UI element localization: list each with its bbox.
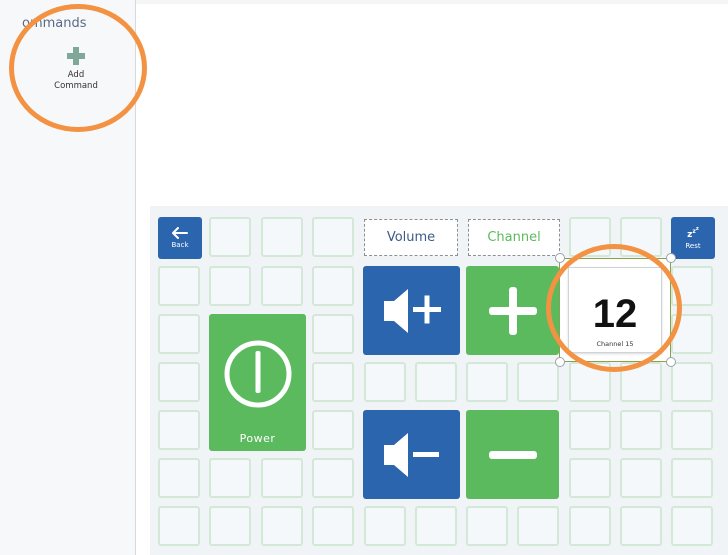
channel-label-text: Channel	[487, 230, 541, 245]
empty-grid-cell[interactable]	[312, 217, 354, 257]
empty-grid-cell[interactable]	[209, 506, 251, 546]
minus-icon	[488, 450, 537, 459]
empty-grid-cell[interactable]	[569, 217, 611, 257]
rest-label: Rest	[685, 242, 701, 250]
empty-grid-cell[interactable]	[415, 362, 457, 402]
commands-sidebar: ommands Add Command	[0, 0, 136, 555]
empty-grid-cell[interactable]	[261, 266, 303, 306]
add-command-label-line2: Command	[54, 81, 98, 91]
empty-grid-cell[interactable]	[158, 506, 200, 546]
rest-button[interactable]: zzz Rest	[671, 217, 715, 259]
empty-grid-cell[interactable]	[466, 506, 508, 546]
speaker-minus-icon	[383, 432, 439, 477]
volume-down-button[interactable]	[363, 410, 460, 499]
resize-handle-bottom-right[interactable]	[666, 357, 676, 367]
empty-grid-cell[interactable]	[261, 506, 303, 546]
empty-grid-cell[interactable]	[261, 458, 303, 498]
empty-grid-cell[interactable]	[671, 266, 713, 306]
empty-grid-cell[interactable]	[671, 458, 713, 498]
channel-label: Channel	[468, 219, 560, 256]
channel-down-button[interactable]	[466, 410, 559, 499]
arrow-left-icon	[172, 227, 188, 239]
empty-grid-cell[interactable]	[364, 362, 406, 402]
empty-grid-cell[interactable]	[671, 410, 713, 450]
empty-grid-cell[interactable]	[364, 506, 406, 546]
speaker-plus-icon	[383, 288, 441, 333]
empty-grid-cell[interactable]	[209, 217, 251, 257]
empty-grid-cell[interactable]	[569, 410, 611, 450]
empty-grid-cell[interactable]	[620, 410, 662, 450]
empty-grid-cell[interactable]	[620, 217, 662, 257]
empty-grid-cell[interactable]	[569, 362, 611, 402]
empty-grid-cell[interactable]	[415, 506, 457, 546]
empty-grid-cell[interactable]	[209, 266, 251, 306]
empty-grid-cell[interactable]	[261, 217, 303, 257]
volume-label: Volume	[364, 219, 458, 256]
power-label: Power	[239, 432, 276, 445]
channel-tile-inner: 12 Channel 15	[568, 267, 662, 353]
back-button[interactable]: Back	[158, 217, 202, 259]
resize-handle-top-right[interactable]	[666, 253, 676, 263]
empty-grid-cell[interactable]	[569, 458, 611, 498]
empty-grid-cell[interactable]	[158, 314, 200, 354]
empty-grid-cell[interactable]	[158, 266, 200, 306]
empty-grid-cell[interactable]	[312, 410, 354, 450]
empty-grid-cell[interactable]	[466, 362, 508, 402]
empty-grid-cell[interactable]	[569, 506, 611, 546]
channel-up-button[interactable]	[466, 266, 559, 355]
channel-caption: Channel 15	[596, 340, 634, 348]
empty-grid-cell[interactable]	[312, 362, 354, 402]
resize-handle-top-left[interactable]	[555, 253, 565, 263]
empty-grid-cell[interactable]	[671, 314, 713, 354]
plus-icon	[488, 286, 537, 335]
channel-number: 12	[592, 292, 638, 336]
sidebar-title: ommands	[22, 16, 87, 31]
channel-12-tile[interactable]: 12 Channel 15	[559, 258, 671, 362]
back-label: Back	[171, 241, 189, 249]
empty-grid-cell[interactable]	[620, 458, 662, 498]
top-rule	[136, 0, 728, 4]
power-icon	[224, 340, 291, 407]
empty-grid-cell[interactable]	[209, 458, 251, 498]
empty-grid-cell[interactable]	[620, 506, 662, 546]
empty-grid-cell[interactable]	[158, 362, 200, 402]
empty-grid-cell[interactable]	[312, 506, 354, 546]
add-command-button[interactable]: Add Command	[48, 46, 104, 92]
volume-up-button[interactable]	[363, 266, 460, 355]
add-command-label-line1: Add	[67, 70, 85, 80]
resize-handle-bottom-left[interactable]	[555, 357, 565, 367]
empty-grid-cell[interactable]	[671, 506, 713, 546]
volume-label-text: Volume	[386, 230, 436, 245]
empty-grid-cell[interactable]	[158, 458, 200, 498]
empty-grid-cell[interactable]	[517, 506, 559, 546]
empty-grid-cell[interactable]	[158, 410, 200, 450]
empty-grid-cell[interactable]	[312, 266, 354, 306]
power-button[interactable]: Power	[209, 314, 306, 451]
plus-icon	[67, 47, 85, 65]
empty-grid-cell[interactable]	[671, 362, 713, 402]
empty-grid-cell[interactable]	[517, 362, 559, 402]
sleep-zzz-icon: zzz	[687, 226, 699, 240]
empty-grid-cell[interactable]	[312, 458, 354, 498]
empty-grid-cell[interactable]	[620, 362, 662, 402]
empty-grid-cell[interactable]	[312, 314, 354, 354]
